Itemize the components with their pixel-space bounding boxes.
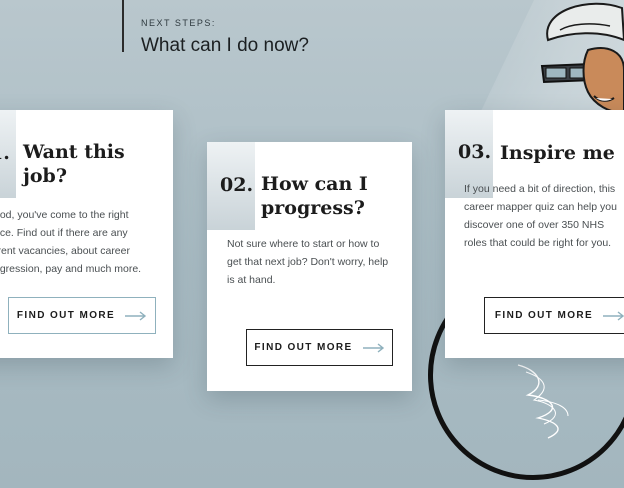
card-body-line: If you need a bit of direction, this [464,183,616,195]
find-out-more-button[interactable]: FIND OUT MORE [246,329,393,366]
card-body-line: rrent vacancies, about career [0,245,130,257]
section-eyebrow: NEXT STEPS: [141,18,216,28]
card-title-line-2: progress? [261,197,365,219]
card-how-can-i-progress: 02. How can I progress? Not sure where t… [207,142,412,391]
card-body-line: ace. Find out if there are any [0,227,128,239]
card-body-line: discover one of over 350 NHS [464,219,605,231]
card-title: Inspire me [500,141,615,165]
arrow-right-icon [603,310,624,321]
card-number: 03. [458,141,492,163]
card-title-line-1: Inspire me [500,142,615,164]
card-inspire-me: 03. Inspire me If you need a bit of dire… [445,110,624,358]
card-body: ood, you've come to the right ace. Find … [0,206,172,278]
card-body-line: get that next job? Don't worry, help [227,256,389,268]
card-title-line-1: Want this [23,141,125,163]
card-body-line: is at hand. [227,274,276,286]
card-body-line: roles that could be right for you. [464,237,612,249]
find-out-more-button[interactable]: FIND OUT MORE [8,297,156,334]
find-out-more-button[interactable]: FIND OUT MORE [484,297,624,334]
card-number: 1. [0,142,10,164]
card-want-this-job: 1. Want this job? ood, you've come to th… [0,110,173,358]
next-steps-section: NEXT STEPS: What can I do now? 1. Want t… [0,0,624,488]
card-number: 02. [220,174,254,196]
section-divider [122,0,124,52]
card-body-line: career mapper quiz can help you [464,201,617,213]
button-label: FIND OUT MORE [494,310,594,321]
card-title: How can I progress? [261,172,368,220]
wheel-scribble-illustration [517,364,569,439]
button-label: FIND OUT MORE [254,342,353,353]
card-title-line-1: How can I [261,173,368,195]
card-body-line: ogression, pay and much more. [0,263,142,275]
card-body-line: ood, you've come to the right [0,209,129,221]
section-heading: What can I do now? [141,35,309,56]
arrow-right-icon [125,310,147,321]
card-title: Want this job? [23,140,125,188]
card-body: Not sure where to start or how to get th… [227,235,407,289]
card-body: If you need a bit of direction, this car… [464,180,624,252]
card-title-line-2: job? [23,165,67,187]
arrow-right-icon [362,342,384,353]
card-body-line: Not sure where to start or how to [227,238,380,250]
button-label: FIND OUT MORE [16,310,116,321]
cyclist-illustration [540,2,624,114]
